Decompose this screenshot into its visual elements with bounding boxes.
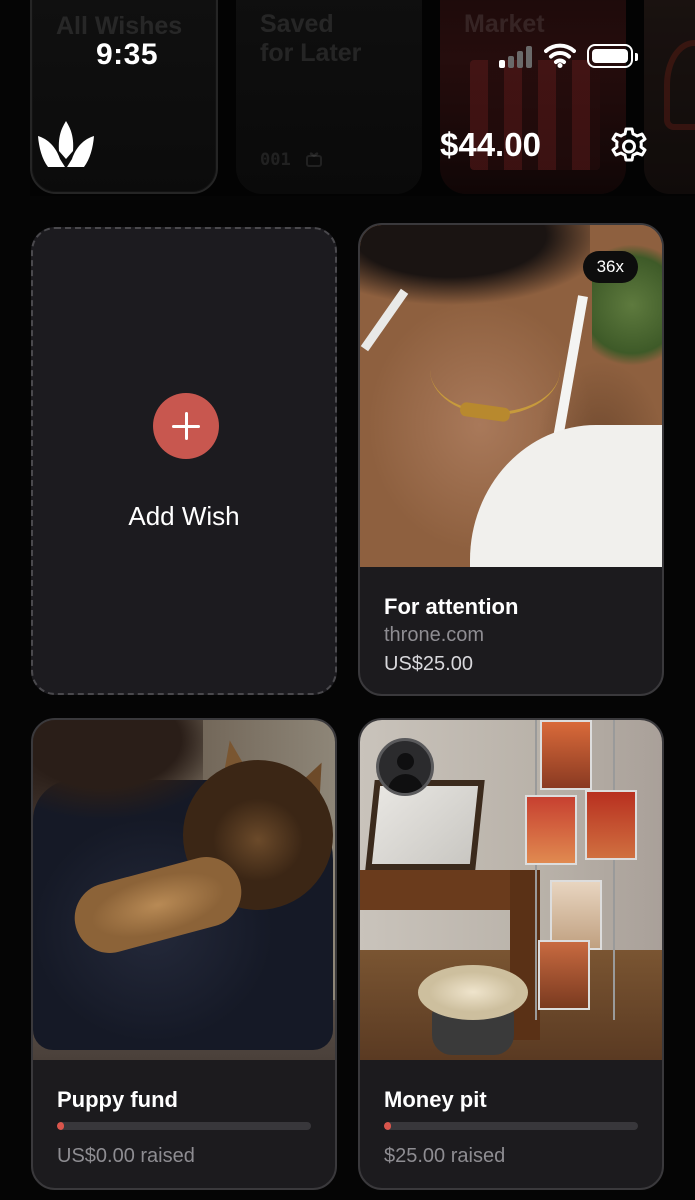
wish-image: 36x (360, 225, 662, 567)
plus-icon[interactable] (153, 393, 219, 459)
wish-image (33, 720, 335, 1060)
battery-icon (587, 44, 638, 68)
gear-icon[interactable] (609, 126, 649, 166)
quantity-badge: 36x (582, 251, 638, 283)
amount-raised: US$0.00 raised (57, 1145, 195, 1167)
app-screen: All Wishes Saved for Later 001 Market 9:3… (0, 0, 695, 1200)
wish-card[interactable]: Money pit $25.00 raised (358, 718, 664, 1190)
status-bar: 9:35 (0, 0, 695, 110)
funding-progress-bar (384, 1122, 638, 1130)
wish-card[interactable]: 36x For attention throne.com US$25.00 (358, 223, 664, 696)
funding-progress-fill (384, 1122, 391, 1130)
funding-progress-bar (57, 1122, 311, 1130)
add-wish-label: Add Wish (128, 501, 240, 531)
wish-title: Puppy fund (57, 1087, 178, 1112)
wish-title: For attention (384, 594, 519, 619)
wifi-icon (544, 43, 576, 68)
balance-amount[interactable]: $44.00 (440, 126, 541, 164)
cellular-signal-icon (499, 44, 533, 68)
wish-title: Money pit (384, 1087, 487, 1112)
wish-info: Money pit $25.00 raised (360, 1060, 662, 1188)
add-wish-card[interactable]: Add Wish (31, 227, 337, 695)
avatar-icon[interactable] (376, 738, 434, 796)
status-time: 9:35 (96, 38, 159, 71)
wish-info: Puppy fund US$0.00 raised (33, 1060, 335, 1188)
wish-card[interactable]: Puppy fund US$0.00 raised (31, 718, 337, 1190)
wish-price: US$25.00 (384, 653, 473, 675)
wish-image (360, 720, 662, 1060)
wish-info: For attention throne.com US$25.00 (360, 567, 662, 694)
crown-logo-icon[interactable] (38, 121, 94, 167)
wish-site: throne.com (384, 624, 485, 646)
funding-progress-fill (57, 1122, 64, 1130)
amount-raised: $25.00 raised (384, 1145, 506, 1167)
